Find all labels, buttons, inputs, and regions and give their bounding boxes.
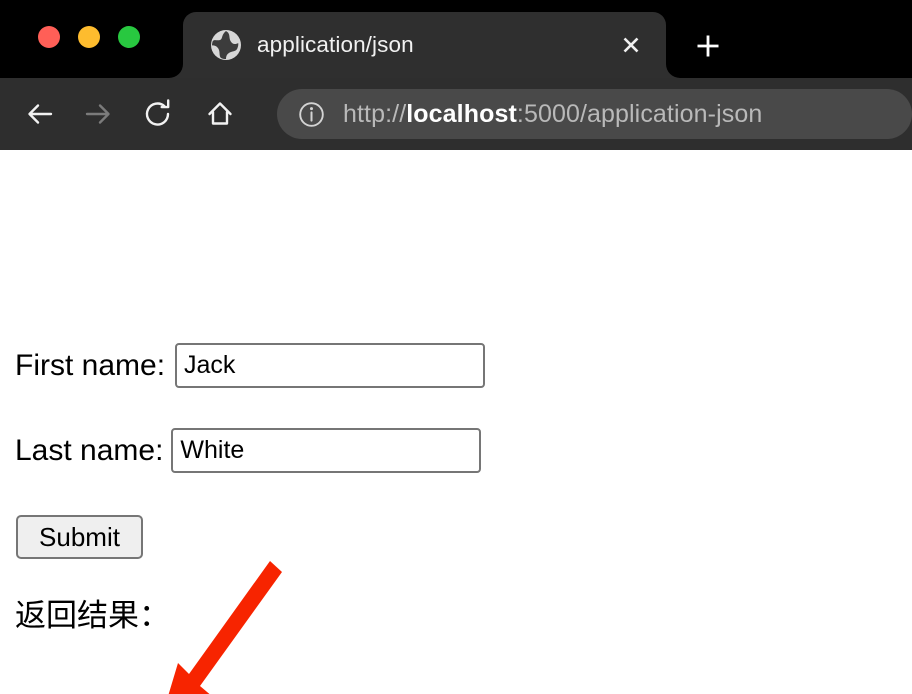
- red-arrow-shape: [168, 561, 282, 694]
- first-name-input[interactable]: [175, 343, 486, 388]
- browser-toolbar: http://localhost:5000/application-json: [0, 78, 912, 150]
- back-button[interactable]: [16, 90, 64, 138]
- last-name-label: Last name:: [15, 433, 164, 467]
- tab-application-json[interactable]: application/json: [155, 12, 694, 78]
- window-close-button[interactable]: [38, 26, 60, 48]
- forward-button: [74, 90, 122, 138]
- url-path: :5000/application-json: [516, 99, 763, 128]
- info-circle-icon[interactable]: [298, 101, 325, 128]
- url-scheme: http://: [343, 99, 407, 128]
- window-controls: [38, 26, 140, 48]
- tab-corner-left: [155, 50, 183, 78]
- tab-corner-right: [666, 50, 694, 78]
- globe-icon: [209, 28, 243, 62]
- window-zoom-button[interactable]: [118, 26, 140, 48]
- url-text[interactable]: http://localhost:5000/application-json: [343, 100, 762, 129]
- window-minimize-button[interactable]: [78, 26, 100, 48]
- tab-title: application/json: [257, 32, 414, 57]
- reload-button[interactable]: [134, 90, 182, 138]
- first-name-label: First name:: [15, 348, 166, 382]
- home-button[interactable]: [196, 90, 244, 138]
- last-name-input[interactable]: [171, 428, 482, 473]
- submit-button[interactable]: Submit: [16, 515, 143, 559]
- tab-close-button[interactable]: [614, 28, 648, 62]
- address-bar[interactable]: http://localhost:5000/application-json: [277, 89, 912, 139]
- browser-window: application/json http://localhost:5000/a…: [0, 0, 912, 694]
- url-host: localhost: [406, 99, 517, 128]
- result-label: 返回结果：: [15, 598, 170, 633]
- form-row-first-name: First name:: [15, 343, 486, 388]
- page-content: First name: Last name: Submit 返回结果：: [0, 150, 912, 694]
- form-row-last-name: Last name:: [15, 428, 482, 473]
- new-tab-button[interactable]: [686, 26, 730, 66]
- tab-strip: application/json: [0, 0, 912, 78]
